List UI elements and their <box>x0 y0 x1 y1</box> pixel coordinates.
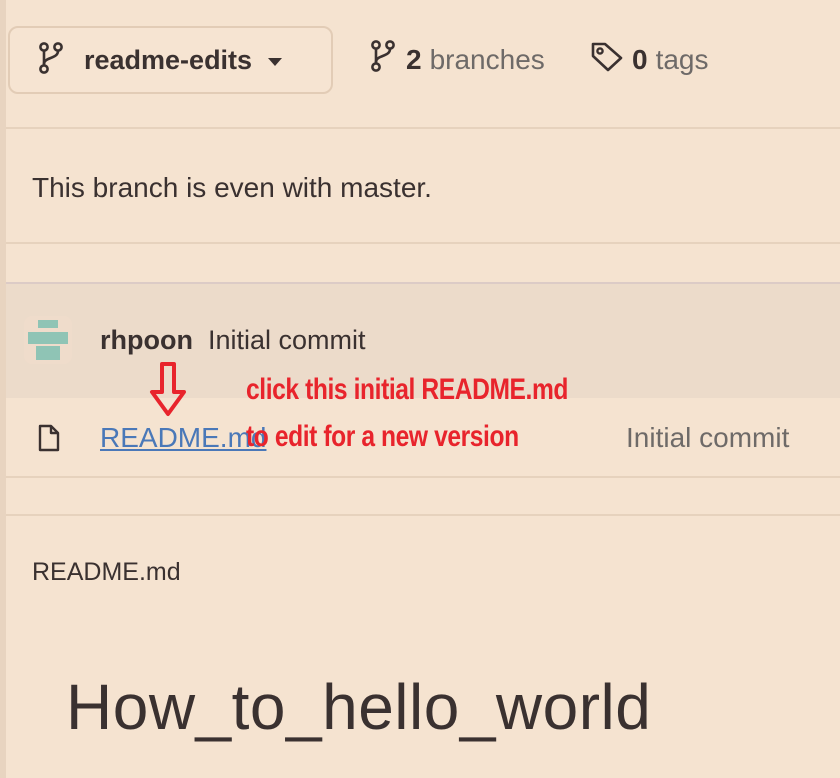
tag-icon <box>590 40 624 79</box>
divider <box>6 127 840 129</box>
file-icon <box>38 424 60 457</box>
down-arrow-icon <box>148 362 188 423</box>
tags-link[interactable]: 0 tags <box>590 40 709 79</box>
caret-down-icon <box>268 58 283 66</box>
branches-count: 2 <box>406 43 422 75</box>
branch-status-message: This branch is even with master. <box>32 172 432 203</box>
branch-select-button[interactable]: readme-edits <box>8 26 333 94</box>
readme-heading: How_to_hello_world <box>66 671 652 743</box>
commit-author[interactable]: rhpoon <box>100 325 193 356</box>
avatar[interactable] <box>24 316 72 364</box>
divider <box>6 242 840 244</box>
branches-label: branches <box>429 43 545 75</box>
tags-label: tags <box>655 43 709 75</box>
readme-title: README.md <box>32 558 181 586</box>
git-branch-icon <box>38 41 64 79</box>
commit-message[interactable]: Initial commit <box>208 325 366 356</box>
annotation-line-1: click this initial README.md <box>246 373 569 406</box>
divider <box>6 514 840 516</box>
annotation-line-2: to edit for a new version <box>246 420 519 453</box>
git-branch-icon <box>370 40 396 79</box>
file-commit-message[interactable]: Initial commit <box>626 422 789 454</box>
tags-count: 0 <box>632 43 648 75</box>
branches-link[interactable]: 2 branches <box>370 40 545 79</box>
divider <box>6 476 840 478</box>
branch-name: readme-edits <box>84 44 253 75</box>
file-link-readme[interactable]: README.md <box>100 422 266 454</box>
